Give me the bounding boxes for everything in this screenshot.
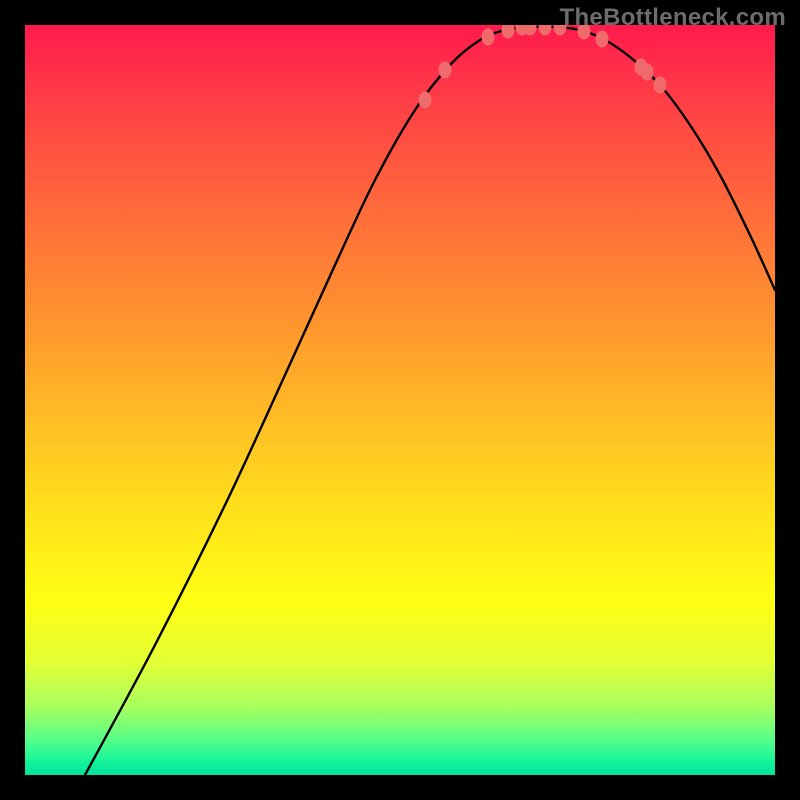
curve-markers bbox=[419, 25, 667, 109]
chart-frame bbox=[25, 25, 775, 775]
curve-marker bbox=[502, 25, 515, 39]
curve-marker bbox=[654, 77, 667, 94]
curve-marker bbox=[641, 64, 654, 81]
performance-curve bbox=[85, 27, 775, 775]
watermark-text: TheBottleneck.com bbox=[560, 4, 786, 32]
curve-marker bbox=[419, 92, 432, 109]
curve-marker bbox=[596, 31, 609, 48]
curve-marker bbox=[439, 62, 452, 79]
curve-marker bbox=[482, 29, 495, 46]
bottleneck-curve-plot bbox=[25, 25, 775, 775]
curve-marker bbox=[539, 25, 552, 36]
